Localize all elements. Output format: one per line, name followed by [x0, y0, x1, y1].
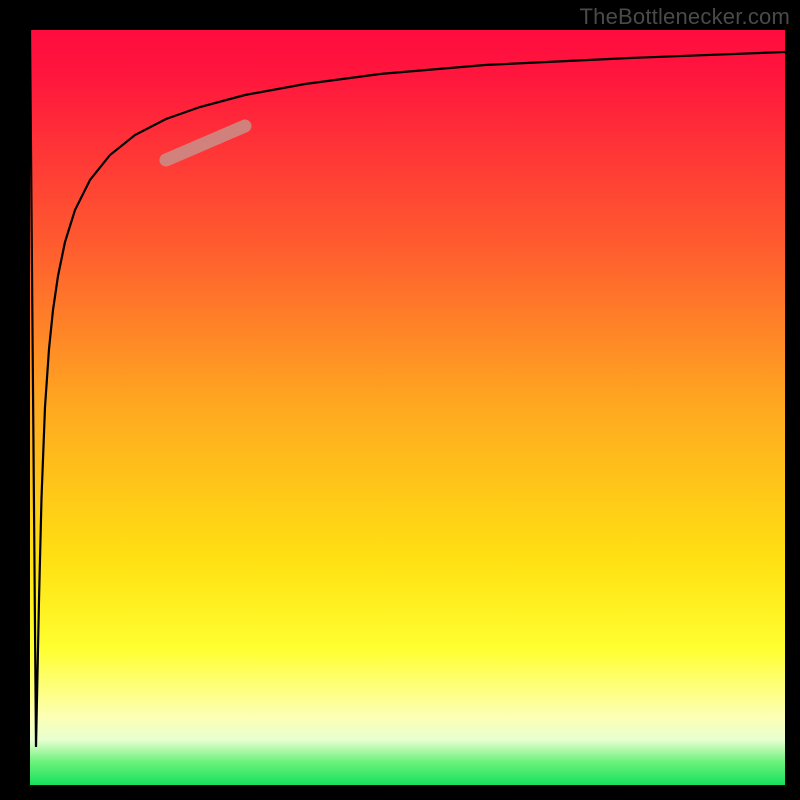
plot-area	[30, 30, 785, 785]
curve-layer	[30, 30, 785, 785]
highlight-segment	[166, 126, 245, 160]
chart-stage: TheBottlenecker.com	[0, 0, 800, 800]
attribution-text: TheBottlenecker.com	[580, 4, 790, 30]
bottleneck-curve	[30, 30, 785, 747]
